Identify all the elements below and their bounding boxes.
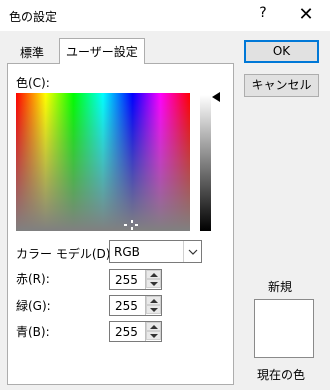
close-button[interactable]: ✕ [291, 3, 321, 27]
blue-spinner[interactable]: 255 [109, 321, 162, 342]
blue-increment-button[interactable] [146, 322, 161, 331]
tab-custom[interactable]: ユーザー設定 [59, 38, 145, 64]
window-title: 色の設定 [9, 10, 58, 24]
green-spinner[interactable]: 255 [109, 295, 162, 316]
cancel-button[interactable]: キャンセル [244, 74, 319, 97]
red-label: 赤(R): [16, 272, 50, 286]
green-label: 緑(G): [16, 299, 51, 313]
color-label: 色(C): [16, 76, 50, 90]
blue-decrement-button[interactable] [146, 331, 161, 340]
arrow-up-icon [150, 299, 158, 303]
ok-button[interactable]: OK [244, 40, 319, 63]
arrow-up-icon [150, 325, 158, 329]
red-spinner[interactable]: 255 [109, 269, 162, 290]
help-button[interactable]: ? [251, 5, 275, 27]
blue-value[interactable]: 255 [115, 325, 138, 339]
new-color-label: 新規 [268, 280, 293, 294]
color-preview-swatch [254, 299, 314, 358]
red-decrement-button[interactable] [146, 279, 161, 288]
red-increment-button[interactable] [146, 270, 161, 279]
green-value[interactable]: 255 [115, 299, 138, 313]
arrow-down-icon [150, 282, 158, 286]
spectrum-crosshair-icon [124, 220, 138, 230]
red-value[interactable]: 255 [115, 273, 138, 287]
current-color-label: 現在の色 [257, 368, 306, 382]
green-increment-button[interactable] [146, 296, 161, 305]
arrow-down-icon [150, 308, 158, 312]
luminance-bar[interactable] [200, 95, 211, 231]
title-bar: 色の設定 ? ✕ [0, 0, 330, 31]
luminance-pointer-icon[interactable] [212, 92, 220, 102]
green-decrement-button[interactable] [146, 305, 161, 314]
arrow-up-icon [150, 273, 158, 277]
chevron-down-icon[interactable] [183, 241, 201, 262]
color-spectrum[interactable] [16, 93, 190, 231]
arrow-down-icon [150, 334, 158, 338]
color-model-select[interactable]: RGB [109, 240, 202, 263]
color-model-value: RGB [114, 245, 140, 259]
tab-standard[interactable]: 標準 [14, 40, 50, 62]
color-model-label: カラー モデル(D): [16, 247, 115, 261]
blue-label: 青(B): [16, 325, 50, 339]
